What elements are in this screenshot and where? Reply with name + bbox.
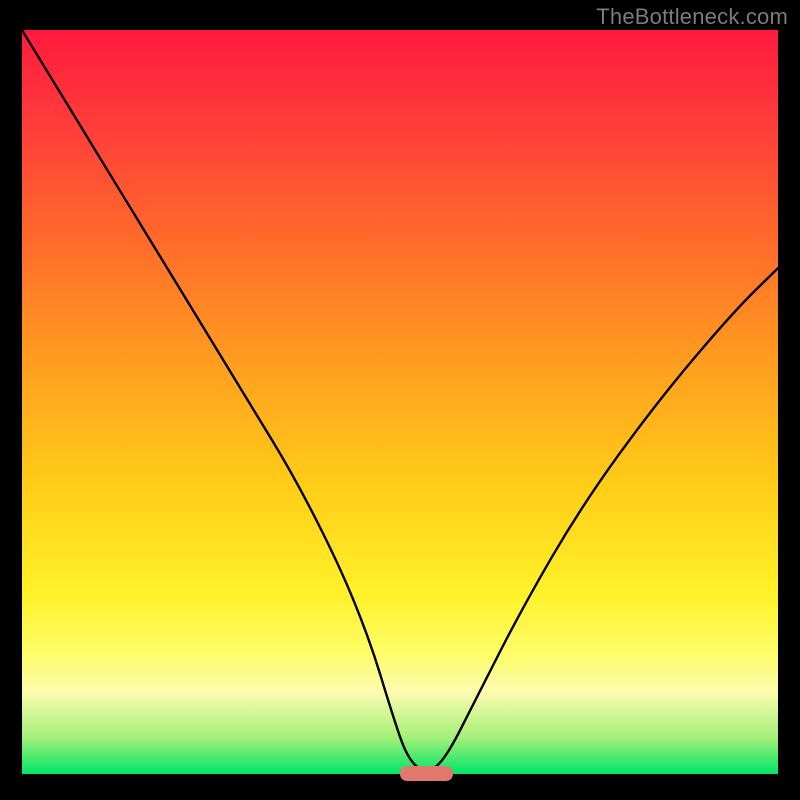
chart-frame: TheBottleneck.com [0,0,800,800]
optimal-range-marker [400,766,453,781]
curve-svg [22,30,778,774]
watermark-text: TheBottleneck.com [596,4,788,30]
bottleneck-curve [22,30,778,770]
plot-area [22,30,778,774]
